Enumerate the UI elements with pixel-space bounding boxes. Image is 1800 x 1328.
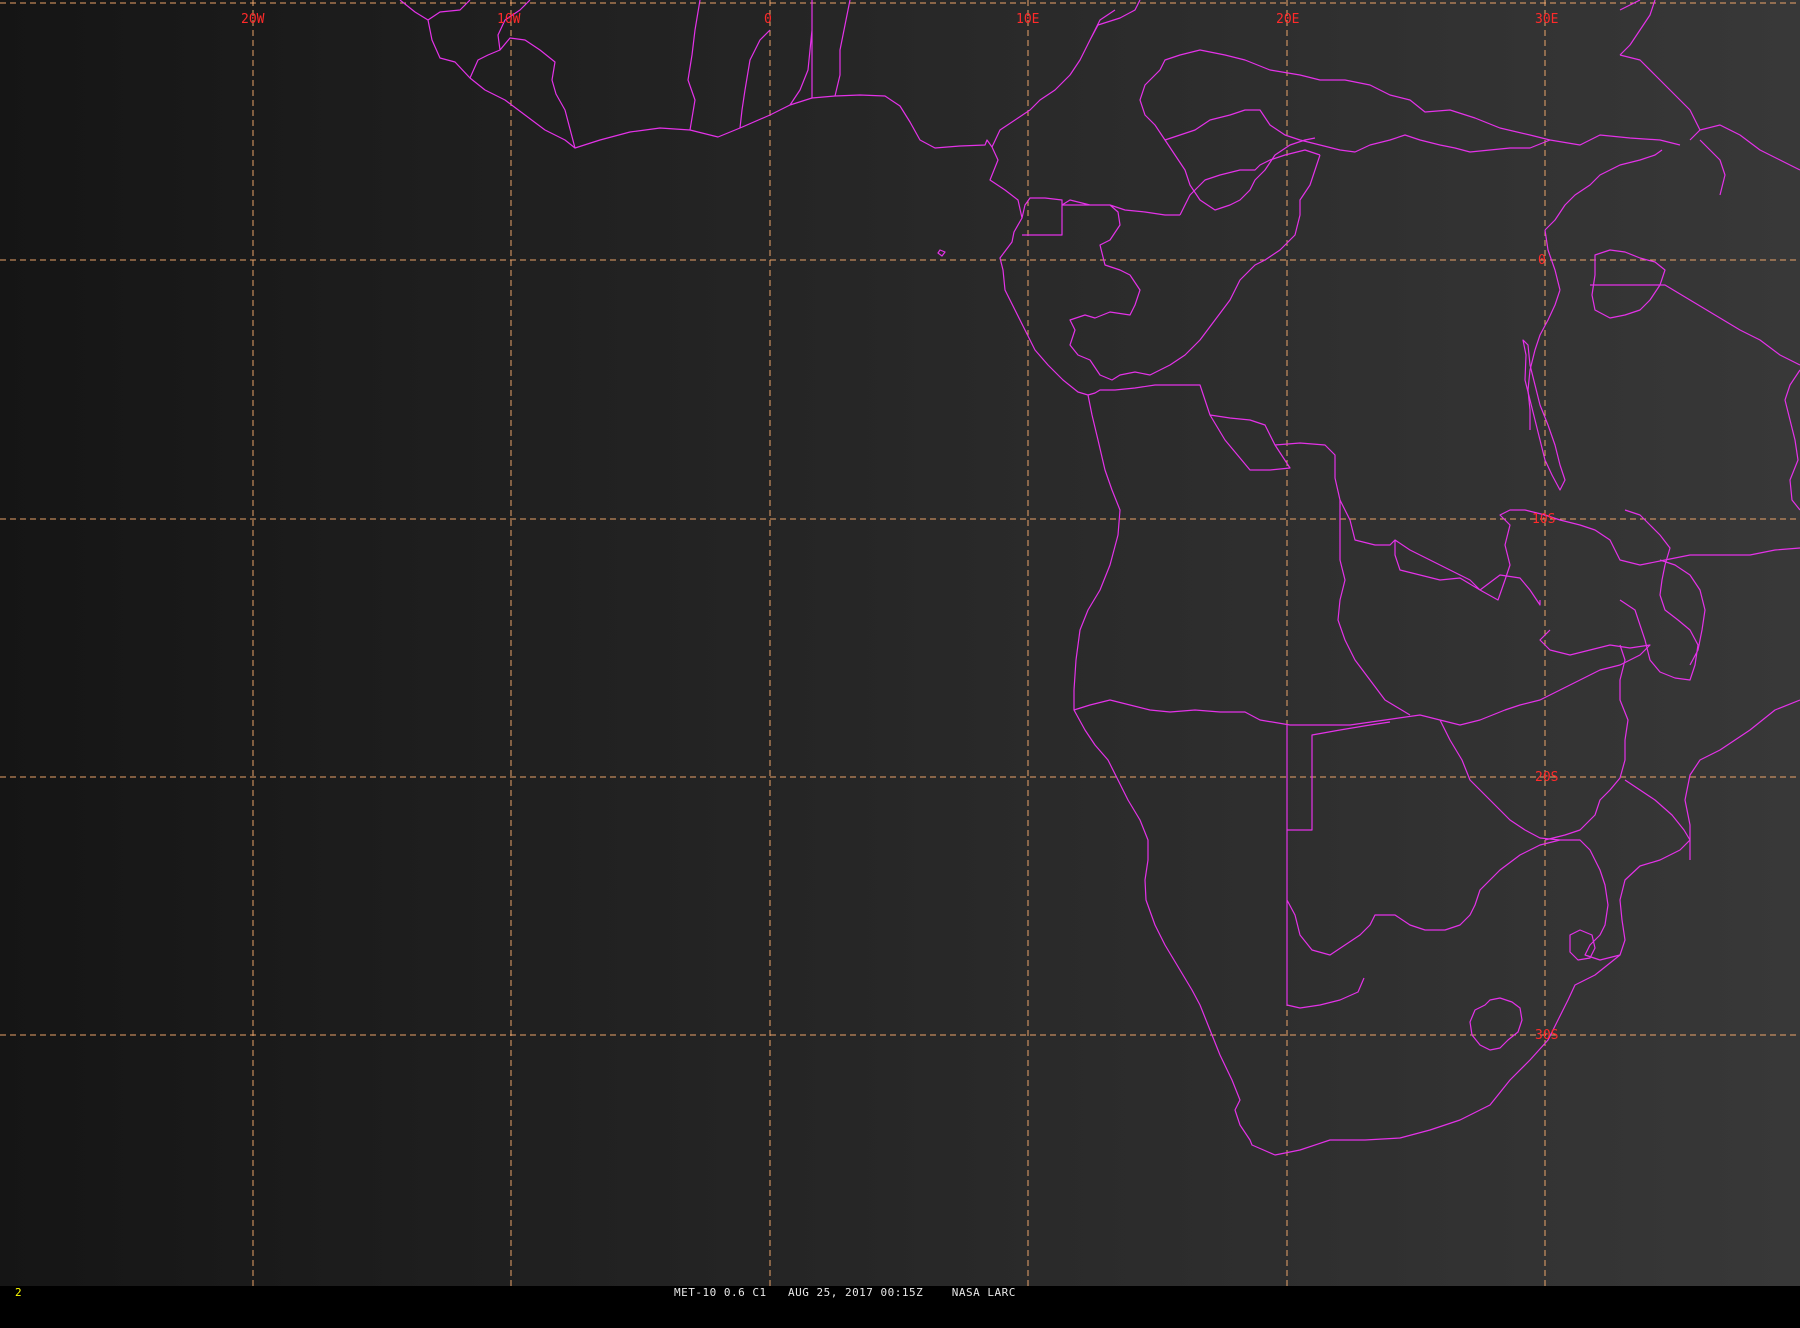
- lon-label-10e: 10E: [1016, 12, 1039, 27]
- lat-label-0: 0: [1538, 253, 1546, 268]
- lat-label-30s: 30S: [1535, 1028, 1558, 1043]
- status-bar: 2 MET-10 0.6 C1 AUG 25, 2017 00:15Z NASA…: [0, 1286, 1800, 1300]
- lon-label-0: 0: [764, 12, 772, 27]
- lon-label-20e: 20E: [1276, 12, 1299, 27]
- frame-number: 2: [15, 1286, 22, 1299]
- image-caption: MET-10 0.6 C1 AUG 25, 2017 00:15Z NASA L…: [674, 1286, 1016, 1299]
- lon-label-30e: 30E: [1535, 12, 1558, 27]
- lon-label-10w: 10W: [497, 12, 521, 27]
- image-background: [0, 0, 1800, 1286]
- lon-label-20w: 20W: [241, 12, 265, 27]
- map-canvas[interactable]: 20W 10W 0 10E 20E 30E 0 10S 20S 30S: [0, 0, 1800, 1286]
- lat-label-10s: 10S: [1532, 512, 1555, 527]
- satellite-image-map[interactable]: 20W 10W 0 10E 20E 30E 0 10S 20S 30S: [0, 0, 1800, 1286]
- lat-label-20s: 20S: [1535, 770, 1558, 785]
